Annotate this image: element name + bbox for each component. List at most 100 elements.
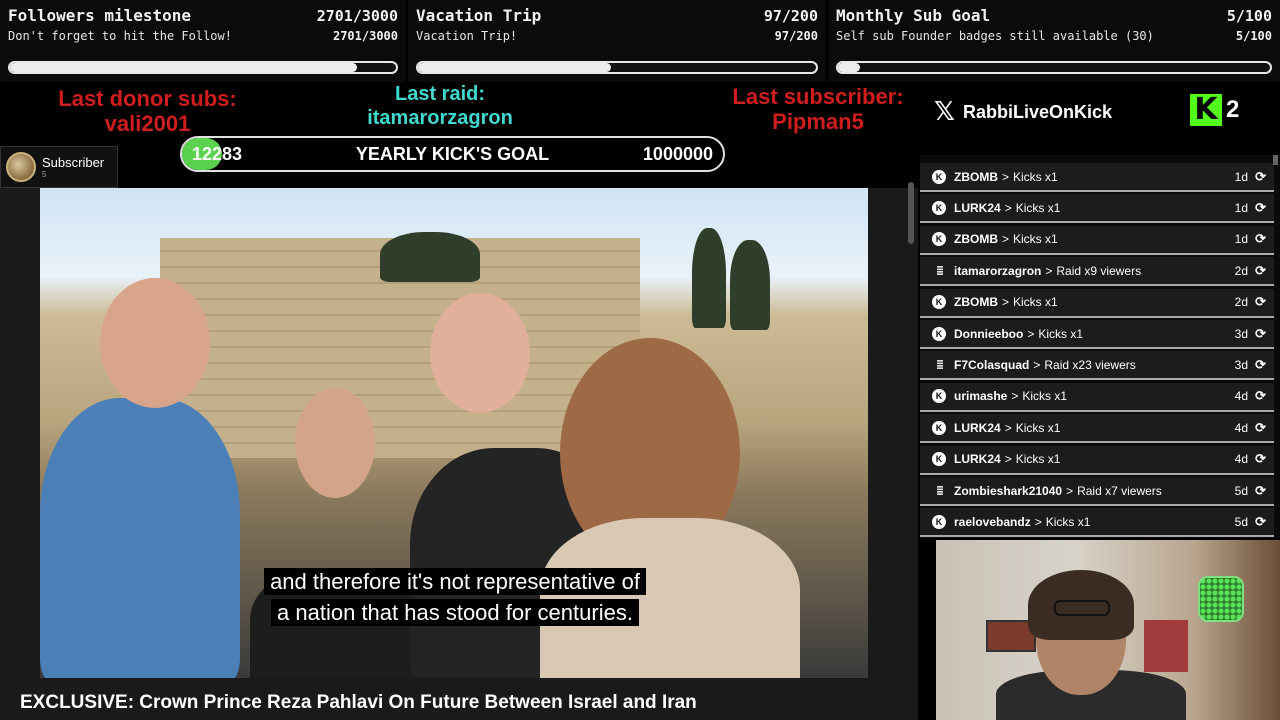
feed-item-name: ZBOMB xyxy=(954,169,998,184)
yearly-kick-goal-bar: 12283 YEARLY KICK'S GOAL 1000000 xyxy=(180,136,725,172)
tree xyxy=(380,232,480,282)
goal-subtitle: Don't forget to hit the Follow! xyxy=(8,29,232,43)
feed-item-age: 2d xyxy=(1234,295,1248,310)
replay-icon[interactable]: ⟳ xyxy=(1255,388,1266,404)
person-head xyxy=(430,293,530,413)
feed-item-action: Kicks x1 xyxy=(1045,514,1091,529)
goal-count: 2701/3000 xyxy=(316,7,398,25)
video-title: EXCLUSIVE: Crown Prince Reza Pahlavi On … xyxy=(20,692,697,713)
feed-item-age: 2d xyxy=(1234,263,1248,278)
replay-icon[interactable]: ⟳ xyxy=(1255,294,1266,310)
goal-count: 5/100 xyxy=(1226,7,1272,25)
chevron-right-icon: > xyxy=(1004,200,1012,215)
replay-icon[interactable]: ⟳ xyxy=(1255,169,1266,185)
chevron-right-icon: > xyxy=(1066,483,1074,498)
last-subscriber-panel: Last subscriber: Pipman5 xyxy=(700,84,936,134)
feed-item-name: urimashe xyxy=(954,389,1008,404)
feed-item-action: Raid x9 viewers xyxy=(1056,263,1142,278)
goal-progress-bar xyxy=(8,61,398,74)
kick-icon: K xyxy=(932,420,946,435)
kick-icon: K xyxy=(932,326,946,341)
kick-icon: K xyxy=(932,514,946,529)
replay-icon[interactable]: ⟳ xyxy=(1255,514,1266,530)
feed-item: K ZBOMB > Kicks x1 1d ⟳ xyxy=(920,163,1274,192)
vacation-goal-widget: Vacation Trip 97/200 Vacation Trip! 97/2… xyxy=(408,0,826,82)
replay-icon[interactable]: ⟳ xyxy=(1255,231,1266,247)
replay-icon[interactable]: ⟳ xyxy=(1255,263,1266,279)
avatar xyxy=(6,152,36,182)
feed-item-action: Kicks x1 xyxy=(1013,232,1058,247)
social-handle-text: RabbiLiveOnKick xyxy=(962,101,1112,122)
feed-item-name: LURK24 xyxy=(954,200,1001,215)
feed-item-name: ZBOMB xyxy=(954,295,998,310)
feed-item: ⁞⁞⁞ Zombieshark21040 > Raid x7 viewers 5d ⟳ xyxy=(920,477,1274,506)
kick-icon: K xyxy=(932,232,946,247)
feed-item-name: Zombieshark21040 xyxy=(954,483,1063,498)
goal-title: Monthly Sub Goal xyxy=(836,6,991,25)
webcam-view xyxy=(936,540,1280,720)
scrollbar[interactable] xyxy=(908,182,914,244)
sub-goal-widget: Monthly Sub Goal 5/100 Self sub Founder … xyxy=(828,0,1280,82)
subscriber-chip-label: Subscriber xyxy=(42,155,105,170)
chevron-right-icon: > xyxy=(1002,295,1010,310)
chevron-right-icon: > xyxy=(1027,326,1035,341)
goal-subcount: 5/100 xyxy=(1235,29,1272,43)
last-donor-panel: Last donor subs: vali2001 xyxy=(40,86,255,136)
feed-item-action: Raid x23 viewers xyxy=(1044,357,1136,372)
cypress-tree xyxy=(692,228,726,328)
person-head xyxy=(295,388,375,498)
feed-item: K LURK24 > Kicks x1 4d ⟳ xyxy=(920,414,1274,444)
replay-icon[interactable]: ⟳ xyxy=(1255,420,1266,436)
feed-item: Kurimashe > Kicks x1 4d ⟳ xyxy=(920,382,1274,412)
feed-scrollbar[interactable] xyxy=(1273,155,1278,165)
chevron-right-icon: > xyxy=(1002,232,1010,247)
last-raid-panel: Last raid: itamarorzagron xyxy=(340,82,540,130)
feed-item-age: 4d xyxy=(1234,452,1248,467)
kick-icon: K xyxy=(932,389,946,404)
feed-item-age: 5d xyxy=(1234,514,1248,529)
feed-item-action: Kicks x1 xyxy=(1038,326,1084,341)
feed-item-action: Kicks x1 xyxy=(1013,295,1058,310)
goal-subtitle: Self sub Founder badges still available … xyxy=(836,29,1154,43)
feed-item: ⁞⁞⁞ itamarorzagron > Raid x9 viewers 2d ⟳ xyxy=(920,257,1274,287)
last-subscriber-name: Pipman5 xyxy=(772,109,864,134)
goal-count: 97/200 xyxy=(763,7,818,25)
replay-icon[interactable]: ⟳ xyxy=(1255,357,1266,373)
feed-item: K ZBOMB > Kicks x1 2d ⟳ xyxy=(920,288,1274,318)
kick-goal-target: 1000000 xyxy=(642,144,713,164)
cypress-tree xyxy=(730,240,770,330)
person-head xyxy=(100,278,210,408)
replay-icon[interactable]: ⟳ xyxy=(1255,200,1266,216)
event-feed[interactable]: K ZBOMB > Kicks x1 1d ⟳ K LURK24 > Kicks x1 1d ⟳ K ZB… xyxy=(920,155,1280,538)
replay-icon[interactable]: ⟳ xyxy=(1255,483,1266,499)
feed-item-name: ZBOMB xyxy=(954,232,998,247)
raid-icon: ⁞⁞⁞ xyxy=(936,263,944,278)
feed-item-age: 1d xyxy=(1234,169,1248,184)
feed-item-name: raelovebandz xyxy=(954,514,1031,529)
chevron-right-icon: > xyxy=(1004,452,1012,467)
feed-item-age: 4d xyxy=(1234,420,1248,435)
video-subtitle: and therefore it's not representative of… xyxy=(235,566,675,628)
feed-item-action: Kicks x1 xyxy=(1015,420,1061,435)
social-handle: 𝕏 RabbiLiveOnKick xyxy=(934,97,1112,127)
x-logo-icon: 𝕏 xyxy=(934,97,955,127)
feed-item-action: Kicks x1 xyxy=(1015,200,1061,215)
feed-item-age: 5d xyxy=(1234,483,1248,498)
feed-item-action: Kicks x1 xyxy=(1015,452,1061,467)
feed-item: ⁞⁞⁞ F7Colasquad > Raid x23 viewers 3d ⟳ xyxy=(920,351,1274,381)
microphone-icon xyxy=(1198,576,1244,622)
feed-item-action: Raid x7 viewers xyxy=(1077,483,1162,498)
chevron-right-icon: > xyxy=(1002,169,1010,184)
chevron-right-icon: > xyxy=(1034,514,1042,529)
subscriber-chip-count: 5 xyxy=(42,170,47,179)
raid-icon: ⁞⁞⁞ xyxy=(936,483,944,498)
goal-progress-bar xyxy=(836,61,1272,74)
replay-icon[interactable]: ⟳ xyxy=(1255,451,1266,467)
goal-subcount: 2701/3000 xyxy=(332,29,398,43)
chevron-right-icon: > xyxy=(1033,357,1041,372)
raid-icon: ⁞⁞⁞ xyxy=(936,357,944,372)
goal-title: Vacation Trip xyxy=(416,6,542,25)
last-donor-label: Last donor subs: xyxy=(58,86,237,111)
replay-icon[interactable]: ⟳ xyxy=(1255,326,1266,342)
followers-goal-widget: Followers milestone 2701/3000 Don't forg… xyxy=(0,0,406,82)
